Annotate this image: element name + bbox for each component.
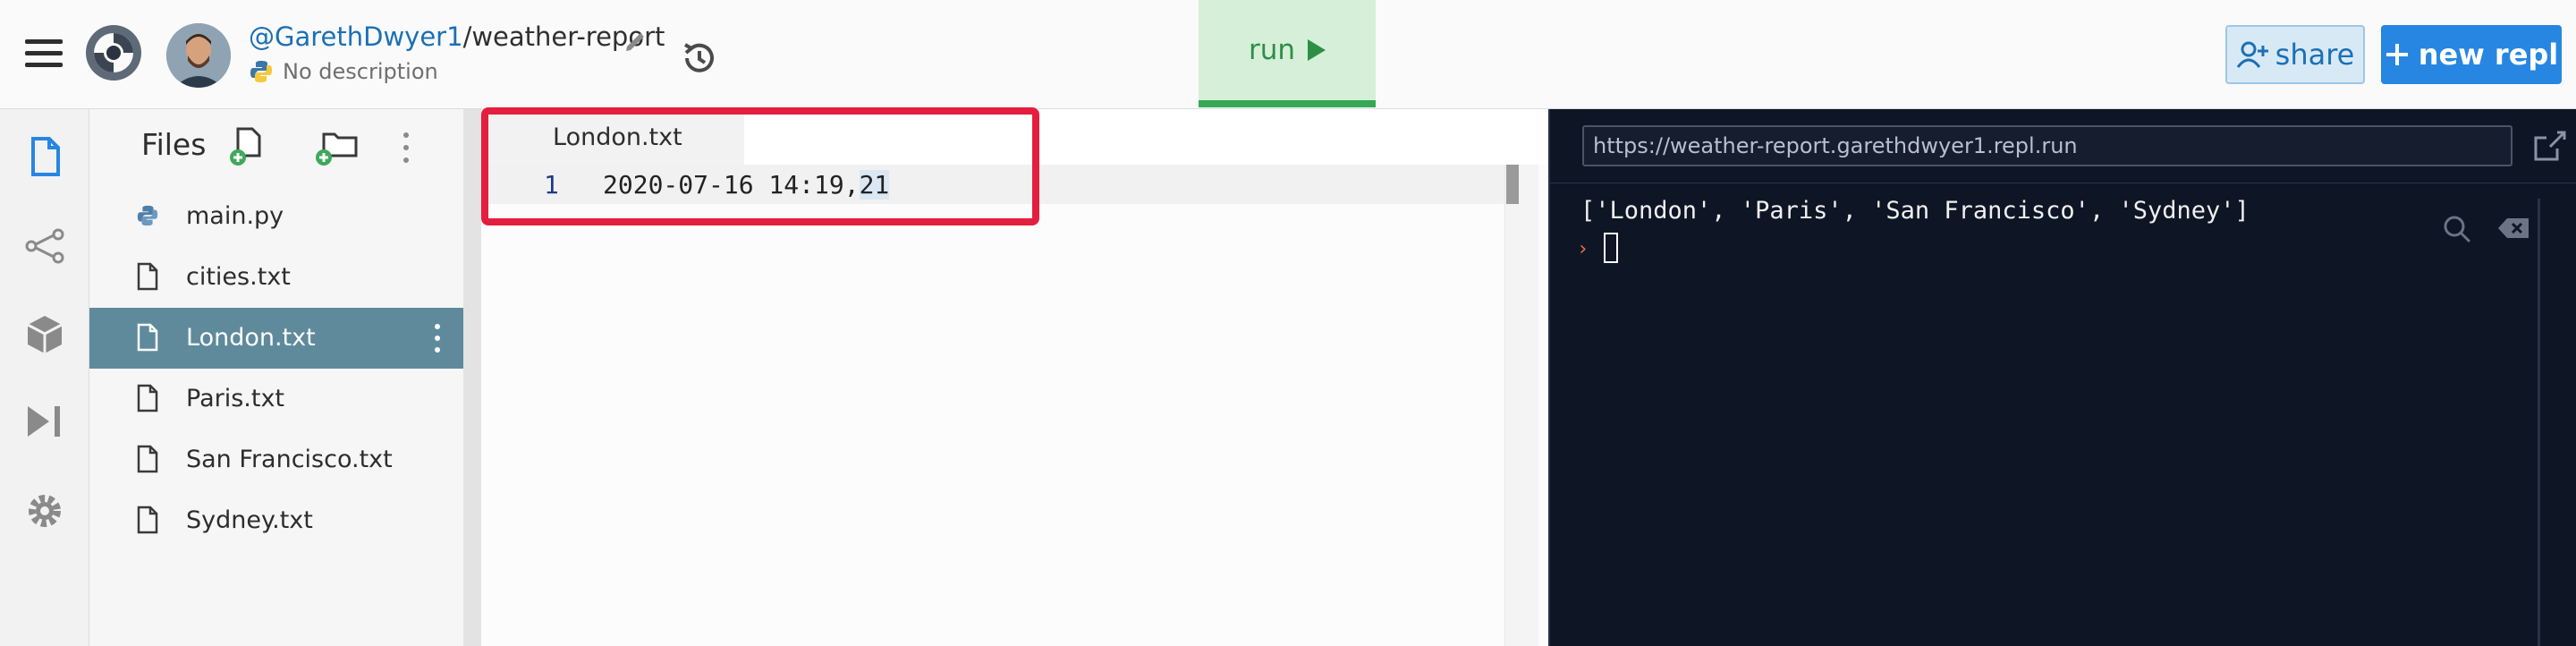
console-panel[interactable]: https://weather-report.garethdwyer1.repl… bbox=[1548, 109, 2576, 646]
code-editor[interactable]: London.txt 1 2020-07-16 14:19,21 bbox=[481, 109, 1548, 646]
repl-description[interactable]: No description bbox=[283, 59, 438, 84]
file-more-options-icon[interactable] bbox=[433, 322, 442, 354]
version-control-icon[interactable] bbox=[22, 224, 67, 268]
file-name: San Francisco.txt bbox=[186, 446, 393, 473]
run-button[interactable]: run bbox=[1199, 0, 1376, 107]
history-icon[interactable] bbox=[678, 38, 719, 79]
hamburger-menu-icon[interactable] bbox=[25, 39, 63, 68]
selected-text: 21 bbox=[859, 170, 890, 200]
editor-scroll-thumb[interactable] bbox=[1506, 165, 1519, 204]
search-icon[interactable] bbox=[2441, 213, 2473, 245]
panel-splitter[interactable] bbox=[463, 109, 481, 646]
file-item-san-francisco-txt[interactable]: San Francisco.txt bbox=[89, 429, 463, 490]
files-title: Files bbox=[141, 127, 207, 162]
run-button-label: run bbox=[1248, 34, 1296, 66]
repl-title[interactable]: @GarethDwyer1/weather-report bbox=[249, 21, 665, 52]
file-item-london-txt[interactable]: London.txt bbox=[89, 308, 463, 369]
add-file-icon[interactable] bbox=[229, 125, 267, 166]
file-item-cities-txt[interactable]: cities.txt bbox=[89, 247, 463, 308]
tab-london-txt[interactable]: London.txt bbox=[481, 109, 744, 165]
file-name: main.py bbox=[186, 202, 284, 230]
console-output: ['London', 'Paris', 'San Francisco', 'Sy… bbox=[1580, 197, 2250, 225]
file-icon bbox=[137, 445, 158, 473]
play-icon bbox=[1308, 39, 1326, 61]
open-in-new-tab-icon[interactable] bbox=[2530, 127, 2568, 165]
editor-scrollbar[interactable] bbox=[1504, 165, 1538, 646]
webview-url: https://weather-report.garethdwyer1.repl… bbox=[1593, 133, 2078, 158]
console-scrollbar[interactable] bbox=[2538, 199, 2540, 646]
tab-label: London.txt bbox=[553, 123, 682, 151]
add-user-icon bbox=[2236, 41, 2268, 68]
webview-url-bar[interactable]: https://weather-report.garethdwyer1.repl… bbox=[1582, 125, 2512, 166]
edit-pencil-icon[interactable] bbox=[623, 27, 649, 54]
file-item-main-py[interactable]: main.py bbox=[89, 186, 463, 247]
editor-tab-bar: London.txt bbox=[481, 109, 1548, 165]
console-prompt-icon: › bbox=[1577, 238, 1589, 260]
share-button-label: share bbox=[2275, 38, 2355, 72]
files-panel: Files main.py cities.txt London.txt Pari… bbox=[89, 109, 463, 646]
code-line[interactable]: 2020-07-16 14:19,21 bbox=[603, 170, 890, 200]
new-repl-button-label: new repl bbox=[2418, 38, 2559, 72]
file-name: Sydney.txt bbox=[186, 506, 313, 534]
python-file-icon bbox=[137, 205, 158, 226]
file-icon bbox=[137, 506, 158, 534]
file-icon bbox=[137, 323, 158, 352]
file-name: cities.txt bbox=[186, 263, 291, 291]
repl-title-separator: / bbox=[462, 21, 472, 52]
settings-gear-icon[interactable] bbox=[22, 489, 67, 533]
clear-console-icon[interactable] bbox=[2496, 215, 2532, 242]
debugger-icon[interactable] bbox=[22, 399, 67, 444]
file-item-paris-txt[interactable]: Paris.txt bbox=[89, 369, 463, 429]
add-folder-icon[interactable] bbox=[315, 125, 361, 166]
files-panel-header: Files bbox=[89, 109, 463, 186]
user-avatar[interactable] bbox=[166, 23, 231, 88]
repl-description-row: No description bbox=[249, 55, 438, 88]
python-language-icon bbox=[250, 61, 272, 82]
file-item-sydney-txt[interactable]: Sydney.txt bbox=[89, 490, 463, 551]
plus-icon bbox=[2385, 44, 2408, 65]
sidebar-rail bbox=[0, 109, 89, 646]
files-icon[interactable] bbox=[22, 134, 67, 179]
replit-logo-icon[interactable] bbox=[82, 21, 145, 84]
console-cursor[interactable] bbox=[1604, 233, 1618, 263]
line-number: 1 bbox=[544, 170, 559, 200]
packages-icon[interactable] bbox=[22, 311, 67, 356]
file-icon bbox=[137, 262, 158, 291]
files-more-options-icon[interactable] bbox=[397, 131, 415, 166]
new-repl-button[interactable]: new repl bbox=[2381, 25, 2562, 84]
code-text: 2020-07-16 14:19, bbox=[603, 170, 860, 200]
file-icon bbox=[137, 384, 158, 412]
share-button[interactable]: share bbox=[2225, 25, 2365, 84]
file-name: Paris.txt bbox=[186, 385, 285, 412]
file-name: London.txt bbox=[186, 324, 316, 352]
top-bar: @GarethDwyer1/weather-report No descript… bbox=[0, 0, 2576, 109]
repl-owner-link[interactable]: @GarethDwyer1 bbox=[249, 21, 463, 52]
